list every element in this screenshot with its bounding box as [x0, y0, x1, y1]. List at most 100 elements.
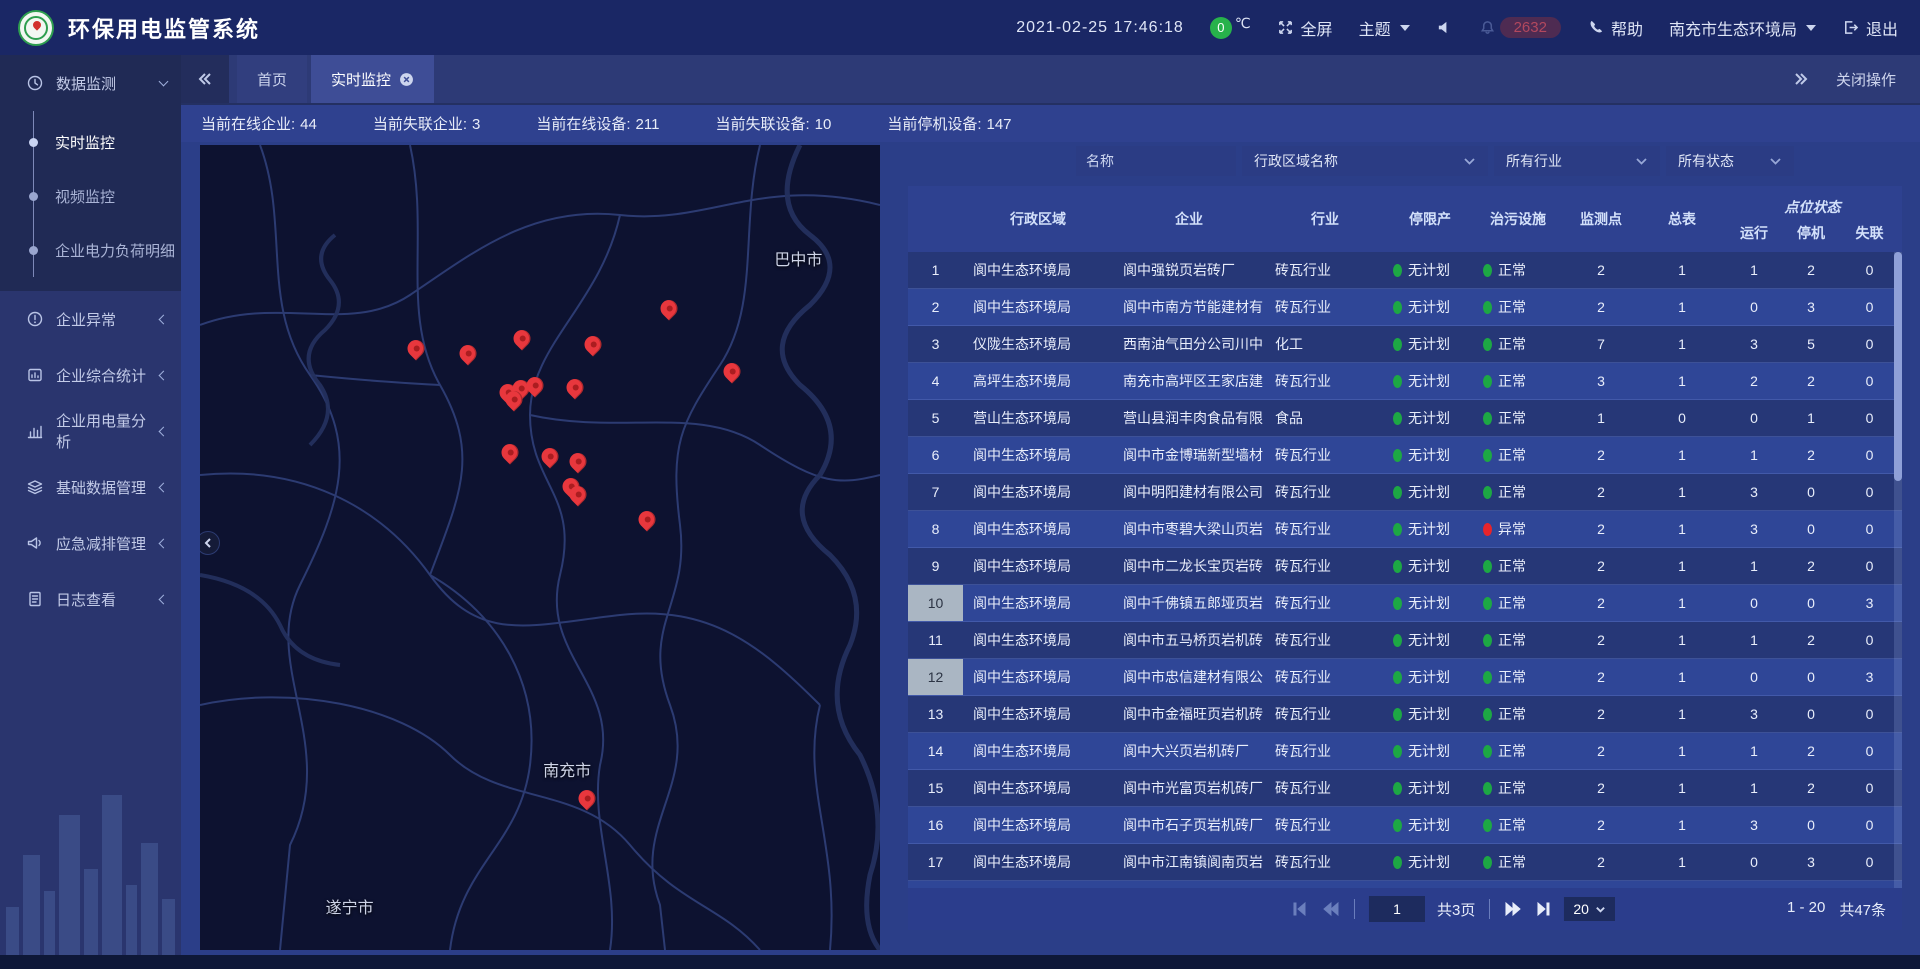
first-page-button[interactable]: [1292, 901, 1310, 917]
chevron-left-icon: [159, 482, 169, 492]
map-panel[interactable]: 巴中市南充市遂宁市: [200, 145, 880, 950]
chevron-down-icon: [1400, 25, 1410, 31]
table-row[interactable]: 15阆中生态环境局阆中市光富页岩机砖厂砖瓦行业无计划正常21120: [908, 770, 1902, 807]
cell-stop: 2: [1785, 743, 1837, 759]
tabs-scroll-right-button[interactable]: [1792, 70, 1810, 88]
limit-status-label: 无计划: [1408, 815, 1450, 835]
limit-status-label: 无计划: [1408, 445, 1450, 465]
table-row[interactable]: 6阆中生态环境局阆中市金博瑞新型墙材砖瓦行业无计划正常21120: [908, 437, 1902, 474]
cell-run: 0: [1723, 595, 1785, 611]
status-filter-select[interactable]: 所有状态: [1666, 146, 1794, 176]
logout-button[interactable]: 退出: [1842, 16, 1898, 40]
table-row[interactable]: 7阆中生态环境局阆中明阳建材有限公司砖瓦行业无计划正常21300: [908, 474, 1902, 511]
table-row[interactable]: 14阆中生态环境局阆中大兴页岩机砖厂砖瓦行业无计划正常21120: [908, 733, 1902, 770]
cell-lost: 0: [1837, 299, 1902, 315]
next-page-button[interactable]: [1504, 901, 1522, 917]
row-number: 1: [908, 252, 963, 288]
close-operations-button[interactable]: 关闭操作: [1836, 69, 1896, 90]
stat-value: 10: [815, 116, 832, 133]
chevron-down-icon: [159, 77, 169, 87]
table-body: 1阆中生态环境局阆中强锐页岩砖厂砖瓦行业无计划正常211202阆中生态环境局阆中…: [908, 252, 1902, 888]
col-row-number: [908, 186, 963, 252]
sidebar-item-0[interactable]: 数据监测: [0, 55, 181, 111]
cell-industry: 砖瓦行业: [1265, 445, 1385, 465]
theme-dropdown[interactable]: 主题: [1359, 16, 1410, 40]
table-row[interactable]: 1阆中生态环境局阆中强锐页岩砖厂砖瓦行业无计划正常21120: [908, 252, 1902, 289]
sidebar-item-6[interactable]: 日志查看: [0, 571, 181, 627]
cell-meters: 1: [1641, 595, 1723, 611]
sidebar-subitem[interactable]: 实时监控: [0, 115, 181, 169]
cell-limit-status: 无计划: [1385, 334, 1475, 354]
table-row[interactable]: 10阆中生态环境局阆中千佛镇五郎垭页岩砖瓦行业无计划正常21003: [908, 585, 1902, 622]
double-chevron-right-icon: [1792, 70, 1810, 88]
chevron-down-icon: [1769, 155, 1782, 168]
page-number-input[interactable]: [1369, 896, 1425, 922]
fullscreen-button[interactable]: 全屏: [1277, 16, 1333, 40]
cell-region: 阆中生态环境局: [963, 630, 1113, 650]
stats-icon: [26, 366, 44, 384]
sidebar-item-1[interactable]: 企业异常: [0, 291, 181, 347]
sidebar-subitem[interactable]: 视频监控: [0, 169, 181, 223]
cell-lost: 0: [1837, 854, 1902, 870]
sidebar-item-4[interactable]: 基础数据管理: [0, 459, 181, 515]
cell-region: 阆中生态环境局: [963, 704, 1113, 724]
divider: [1354, 899, 1355, 919]
name-filter-input[interactable]: [1076, 146, 1236, 176]
region-filter-select[interactable]: 行政区域名称: [1242, 146, 1488, 176]
cell-run: 0: [1723, 410, 1785, 426]
notification-area[interactable]: 2632: [1479, 17, 1561, 38]
table-row[interactable]: 12阆中生态环境局阆中市忠信建材有限公砖瓦行业无计划正常21003: [908, 659, 1902, 696]
sidebar: 数据监测实时监控视频监控企业电力负荷明细企业异常企业综合统计企业用电量分析基础数…: [0, 55, 181, 955]
mute-button[interactable]: [1436, 19, 1453, 36]
prev-page-button[interactable]: [1322, 901, 1340, 917]
sidebar-item-label: 日志查看: [56, 589, 148, 610]
cell-points: 2: [1561, 521, 1641, 537]
org-dropdown[interactable]: 南充市生态环境局: [1669, 16, 1816, 40]
status-dot-icon: [1483, 819, 1492, 832]
table-row[interactable]: 4高坪生态环境局南充市高坪区王家店建砖瓦行业无计划正常31220: [908, 363, 1902, 400]
tabs-scroll-left-button[interactable]: [181, 55, 229, 103]
table-row[interactable]: 5营山生态环境局营山县润丰肉食品有限食品无计划正常10010: [908, 400, 1902, 437]
table-row[interactable]: 2阆中生态环境局阆中市南方节能建材有砖瓦行业无计划正常21030: [908, 289, 1902, 326]
cell-lost: 0: [1837, 817, 1902, 833]
cell-region: 阆中生态环境局: [963, 593, 1113, 613]
page-bottom-strip: [0, 955, 1920, 969]
cell-limit-status: 无计划: [1385, 556, 1475, 576]
table-row[interactable]: 8阆中生态环境局阆中市枣碧大梁山页岩砖瓦行业无计划异常21300: [908, 511, 1902, 548]
sidebar-item-5[interactable]: 应急减排管理: [0, 515, 181, 571]
status-dot-icon: [1393, 301, 1402, 314]
table-row[interactable]: 18南部生态环境局南部县砚华小河有限公建材加工无计划正常60060: [908, 881, 1902, 888]
tab-0[interactable]: 首页: [237, 55, 307, 103]
status-dot-icon: [1393, 264, 1402, 277]
status-dot-icon: [1393, 671, 1402, 684]
close-tab-icon[interactable]: [399, 72, 414, 87]
table-row[interactable]: 11阆中生态环境局阆中市五马桥页岩机砖砖瓦行业无计划正常21120: [908, 622, 1902, 659]
table-row[interactable]: 17阆中生态环境局阆中市江南镇阆南页岩砖瓦行业无计划正常21030: [908, 844, 1902, 881]
speaker-icon: [1436, 19, 1453, 36]
tab-1[interactable]: 实时监控: [311, 55, 434, 103]
cell-limit-status: 无计划: [1385, 741, 1475, 761]
last-page-button[interactable]: [1534, 901, 1552, 917]
scrollbar-thumb[interactable]: [1894, 252, 1902, 481]
cell-stop: 2: [1785, 558, 1837, 574]
status-dot-icon: [1483, 634, 1492, 647]
help-button[interactable]: 帮助: [1587, 16, 1643, 40]
table-scrollbar[interactable]: [1894, 252, 1902, 888]
sidebar-item-3[interactable]: 企业用电量分析: [0, 403, 181, 459]
chart-icon: [26, 422, 44, 440]
table-row[interactable]: 16阆中生态环境局阆中市石子页岩机砖厂砖瓦行业无计划正常21300: [908, 807, 1902, 844]
row-number: 17: [908, 844, 963, 880]
page-size-select[interactable]: 20: [1564, 897, 1615, 921]
cell-lost: 0: [1837, 484, 1902, 500]
table-row[interactable]: 3仪陇生态环境局西南油气田分公司川中化工无计划正常71350: [908, 326, 1902, 363]
table-row[interactable]: 9阆中生态环境局阆中市二龙长宝页岩砖砖瓦行业无计划正常21120: [908, 548, 1902, 585]
content: 巴中市南充市遂宁市 行政区域名称 所有行业: [181, 142, 1920, 955]
app-root: 环保用电监管系统 2021-02-25 17:46:18 0 ℃ 全屏 主题 2…: [0, 0, 1920, 969]
sidebar-item-2[interactable]: 企业综合统计: [0, 347, 181, 403]
industry-filter-select[interactable]: 所有行业: [1494, 146, 1660, 176]
companies-table: 行政区域 企业 行业 停限产 治污设施 监测点 总表 点位状态 运行 停机 失联: [908, 186, 1902, 888]
row-number: 8: [908, 511, 963, 547]
logout-label: 退出: [1866, 16, 1898, 40]
sidebar-subitem[interactable]: 企业电力负荷明细: [0, 223, 181, 277]
table-row[interactable]: 13阆中生态环境局阆中市金福旺页岩机砖砖瓦行业无计划正常21300: [908, 696, 1902, 733]
